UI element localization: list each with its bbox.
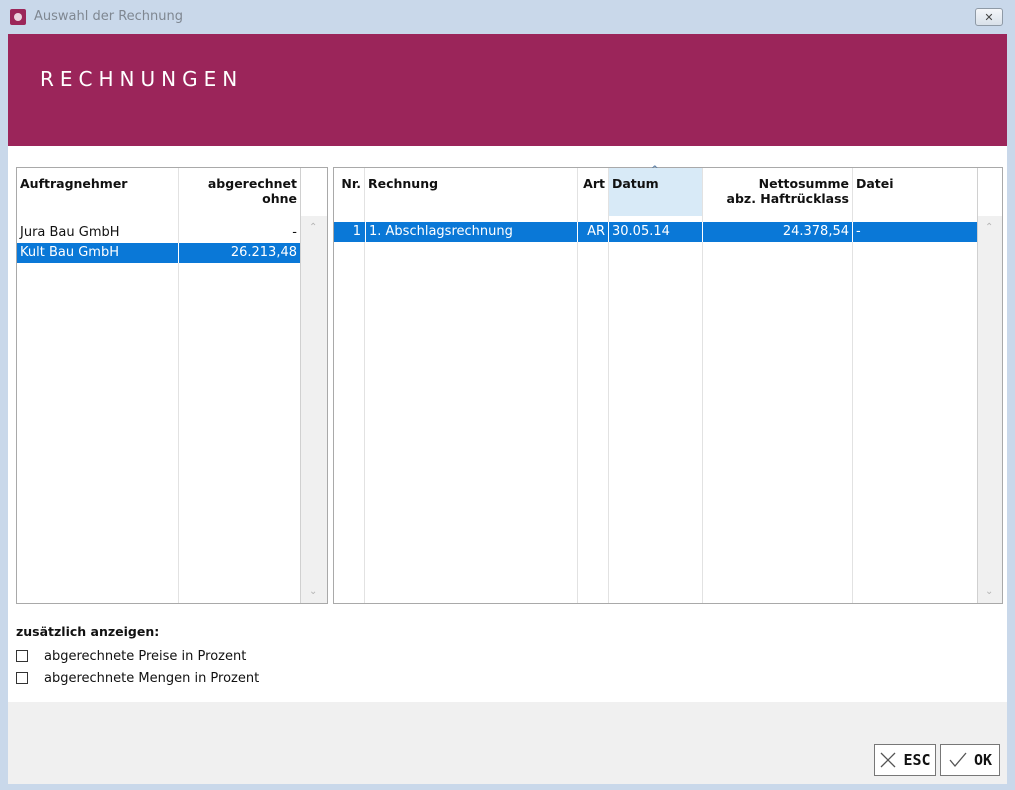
dialog-content: RECHNUNGEN Auftragnehmer abgerechnet ohn…: [8, 34, 1007, 784]
display-options: zusätzlich anzeigen: abgerechnete Preise…: [16, 624, 259, 689]
column-header-rechnung[interactable]: Rechnung: [365, 168, 577, 216]
close-icon: ✕: [984, 10, 994, 24]
ok-button[interactable]: OK: [940, 744, 1000, 776]
table-cell-value[interactable]: -: [178, 223, 300, 243]
page-title: RECHNUNGEN: [40, 67, 244, 91]
option-label: abgerechnete Preise in Prozent: [44, 648, 247, 664]
cell-datei: -: [852, 222, 977, 242]
table-cell-value-selected[interactable]: 26.213,48: [178, 243, 300, 263]
vertical-scrollbar[interactable]: ⌃ ⌄: [978, 216, 1002, 603]
column-header-art[interactable]: Art: [577, 168, 608, 216]
column-header-nettosumme[interactable]: Nettosumme abz. Haftrücklass: [703, 168, 852, 216]
close-button[interactable]: ✕: [975, 8, 1003, 26]
cell-nettosumme: 24.378,54: [702, 222, 852, 242]
column-header-datei[interactable]: Datei: [853, 168, 977, 216]
contractor-table: Auftragnehmer abgerechnet ohne ⌃ ⌄ Jura …: [16, 167, 328, 604]
scroll-down-icon[interactable]: ⌄: [985, 586, 993, 597]
column-header-auftragnehmer[interactable]: Auftragnehmer: [17, 168, 178, 216]
vertical-scrollbar[interactable]: ⌃ ⌄: [301, 216, 327, 603]
cell-art: AR: [577, 222, 608, 242]
header-banner: RECHNUNGEN: [8, 34, 1007, 146]
cell-rechnung: 1. Abschlagsrechnung: [365, 222, 577, 242]
table-row-selected[interactable]: 1 1. Abschlagsrechnung AR 30.05.14 24.37…: [334, 222, 977, 242]
checkbox-mengen-prozent[interactable]: [16, 672, 28, 684]
table-row-selected[interactable]: Kult Bau GmbH: [17, 243, 178, 263]
option-preise-prozent[interactable]: abgerechnete Preise in Prozent: [16, 645, 259, 667]
option-label: abgerechnete Mengen in Prozent: [44, 670, 260, 686]
checkbox-preise-prozent[interactable]: [16, 650, 28, 662]
app-icon: [10, 9, 26, 25]
title-bar[interactable]: Auswahl der Rechnung ✕: [0, 0, 1015, 34]
invoice-table: Nr. Rechnung Art ^ Datum Nettosumme abz.…: [333, 165, 1003, 604]
column-header-datum[interactable]: ^ Datum: [609, 165, 702, 216]
options-title: zusätzlich anzeigen:: [16, 624, 160, 639]
close-icon: [880, 752, 896, 768]
cell-datum: 30.05.14: [608, 222, 702, 242]
column-header-nr[interactable]: Nr.: [334, 168, 364, 216]
dialog-window: Auswahl der Rechnung ✕ RECHNUNGEN Auftra…: [0, 0, 1015, 790]
cell-nr: 1: [352, 224, 361, 239]
window-title: Auswahl der Rechnung: [34, 9, 184, 24]
checkmark-icon: [949, 752, 967, 768]
scroll-up-icon[interactable]: ⌃: [985, 222, 993, 233]
scroll-down-icon[interactable]: ⌄: [309, 586, 317, 597]
table-row[interactable]: Jura Bau GmbH: [17, 223, 178, 243]
column-header-abgerechnet[interactable]: abgerechnet ohne: [178, 168, 300, 216]
cancel-button[interactable]: ESC: [874, 744, 936, 776]
option-mengen-prozent[interactable]: abgerechnete Mengen in Prozent: [16, 667, 259, 689]
button-bar: [8, 702, 1007, 784]
sort-ascending-icon: ^: [651, 165, 659, 175]
scroll-up-icon[interactable]: ⌃: [309, 222, 317, 233]
